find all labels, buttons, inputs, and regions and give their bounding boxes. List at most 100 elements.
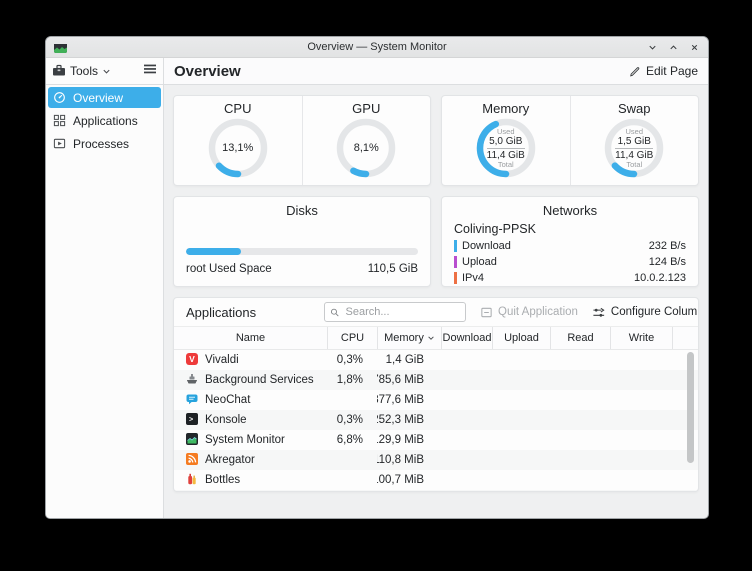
quit-application-icon: [480, 306, 493, 319]
app-spacer: [672, 410, 698, 430]
maximize-button[interactable]: [668, 42, 679, 53]
app-upload: [492, 450, 550, 470]
app-upload: [492, 370, 550, 390]
edit-page-label: Edit Page: [646, 64, 698, 78]
sidebar-item-applications[interactable]: Applications: [48, 110, 161, 131]
column-header-upload[interactable]: Upload: [492, 327, 550, 349]
table-row[interactable]: Bottles100,7 MiB: [174, 470, 698, 490]
app-cpu: 1,8%: [327, 370, 377, 390]
app-cpu: 0,3%: [327, 350, 377, 370]
sidebar-item-overview[interactable]: Overview: [48, 87, 161, 108]
app-upload: [492, 470, 550, 490]
app-name: System Monitor: [205, 434, 285, 446]
app-write: [610, 350, 672, 370]
app-upload: [492, 430, 550, 450]
app-icon-wrap: [186, 373, 198, 388]
swap-total-caption: Total: [626, 161, 642, 169]
app-read: [550, 390, 610, 410]
column-header-download[interactable]: Download: [441, 327, 492, 349]
app-memory: 110,8 MiB: [377, 450, 441, 470]
memory-title: Memory: [482, 101, 529, 116]
app-spacer: [672, 390, 698, 410]
bottles-icon: [186, 473, 198, 485]
cpu-gauge: CPU 13,1%: [174, 96, 302, 185]
app-memory: 100,7 MiB: [377, 470, 441, 490]
app-memory: 377,6 MiB: [377, 390, 441, 410]
toolbox-icon: [52, 64, 66, 79]
app-read: [550, 350, 610, 370]
table-row[interactable]: VVivaldi0,3%1,4 GiB: [174, 350, 698, 370]
column-header-name[interactable]: Name: [174, 327, 327, 349]
swap-title: Swap: [618, 101, 651, 116]
sidebar-item-processes[interactable]: Processes: [48, 133, 161, 154]
app-download: [441, 350, 492, 370]
app-spacer: [672, 450, 698, 470]
networks-card: Networks Coliving-PPSK Download 232 B/s …: [441, 196, 699, 287]
sidebar: OverviewApplications Processes: [46, 85, 164, 518]
hamburger-menu-button[interactable]: [143, 62, 157, 80]
table-row[interactable]: >Konsole0,3%252,3 MiB: [174, 410, 698, 430]
network-rows: Download 232 B/s Upload 124 B/s IPv4 10.…: [454, 236, 686, 284]
search-icon: [330, 307, 340, 318]
search-input[interactable]: [344, 305, 460, 319]
konsole-icon: >: [186, 413, 198, 425]
disk-value: 110,5 GiB: [368, 263, 418, 275]
column-header-label: Download: [443, 332, 492, 344]
app-upload: [492, 350, 550, 370]
table-row[interactable]: System Monitor6,8%129,9 MiB: [174, 430, 698, 450]
app-read: [550, 430, 610, 450]
table-row[interactable]: Akregator 110,8 MiB: [174, 450, 698, 470]
disks-card: Disks root Used Space 110,5 GiB: [173, 196, 431, 287]
column-header-cpu[interactable]: CPU: [327, 327, 377, 349]
app-write: [610, 430, 672, 450]
app-spacer: [672, 370, 698, 390]
app-memory: 1,4 GiB: [377, 350, 441, 370]
close-button[interactable]: [689, 42, 700, 53]
minimize-button[interactable]: [647, 42, 658, 53]
titlebar[interactable]: Overview — System Monitor: [46, 37, 708, 58]
app-read: [550, 490, 610, 491]
toolbar-left: Tools: [46, 58, 164, 84]
app-read: [550, 450, 610, 470]
background-services-icon: [186, 373, 198, 385]
app-download: [441, 410, 492, 430]
network-row: IPv4 10.0.2.123: [454, 272, 686, 284]
app-download: [441, 430, 492, 450]
cpu-title: CPU: [224, 101, 251, 116]
search-box[interactable]: [324, 302, 466, 322]
applications-card: Applications Quit Application Configure …: [173, 297, 699, 492]
app-memory: 75,8 MiB: [377, 490, 441, 491]
table-row[interactable]: Background Services1,8%785,6 MiB: [174, 370, 698, 390]
quit-application-button[interactable]: Quit Application: [480, 306, 578, 319]
app-upload: [492, 490, 550, 491]
column-header-memory[interactable]: Memory: [377, 327, 441, 349]
network-row-value: 10.0.2.123: [634, 272, 686, 284]
column-header-write[interactable]: Write: [610, 327, 672, 349]
tools-menu-button[interactable]: Tools: [52, 64, 111, 79]
app-spacer: [672, 490, 698, 491]
app-download: [441, 490, 492, 491]
column-header-label: Write: [629, 332, 654, 344]
svg-text:V: V: [189, 354, 195, 364]
vertical-scrollbar[interactable]: [687, 352, 694, 463]
configure-columns-icon: [592, 306, 606, 319]
app-spacer: [672, 470, 698, 490]
sidebar-item-label: Processes: [73, 137, 129, 151]
app-download: [441, 370, 492, 390]
column-header-read[interactable]: Read: [550, 327, 610, 349]
table-row[interactable]: NeoChat377,6 MiB: [174, 390, 698, 410]
app-read: [550, 470, 610, 490]
app-read: [550, 370, 610, 390]
configure-columns-button[interactable]: Configure Columns...: [592, 306, 699, 319]
app-icon-wrap: V: [186, 353, 198, 368]
applications-title: Applications: [186, 305, 310, 320]
app-name: Akregator: [205, 454, 255, 466]
network-row: Download 232 B/s: [454, 240, 686, 252]
table-row[interactable]: System Settings75,8 MiB: [174, 490, 698, 491]
edit-page-button[interactable]: Edit Page: [628, 64, 698, 78]
column-header-spacer: [672, 327, 698, 349]
app-cpu: 6,8%: [327, 430, 377, 450]
applications-icon: [53, 114, 66, 127]
network-row-label: IPv4: [462, 272, 484, 284]
app-cpu: [327, 450, 377, 470]
